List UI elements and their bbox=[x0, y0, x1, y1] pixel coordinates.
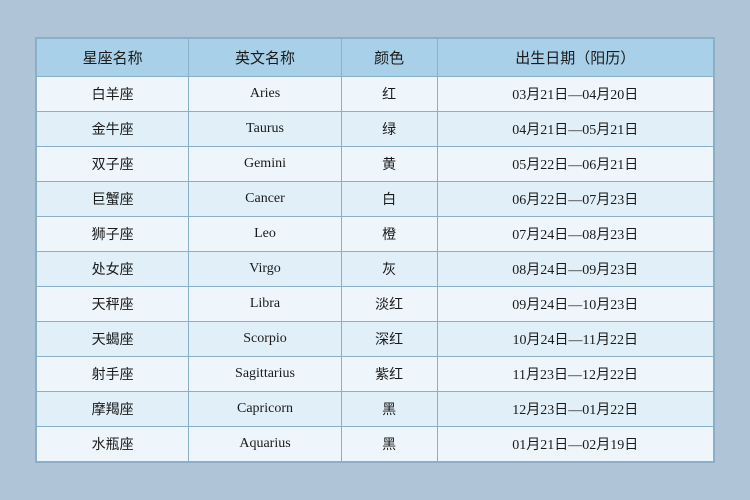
header-birthdate: 出生日期（阳历） bbox=[437, 39, 713, 77]
table-header-row: 星座名称 英文名称 颜色 出生日期（阳历） bbox=[37, 39, 714, 77]
table-row: 天秤座Libra淡红09月24日—10月23日 bbox=[37, 287, 714, 322]
cell-dates: 05月22日—06月21日 bbox=[437, 147, 713, 182]
header-chinese-name: 星座名称 bbox=[37, 39, 189, 77]
cell-color: 白 bbox=[341, 182, 437, 217]
table-body: 白羊座Aries红03月21日—04月20日金牛座Taurus绿04月21日—0… bbox=[37, 77, 714, 462]
header-color: 颜色 bbox=[341, 39, 437, 77]
cell-english-name: Leo bbox=[189, 217, 341, 252]
table-row: 白羊座Aries红03月21日—04月20日 bbox=[37, 77, 714, 112]
cell-color: 黄 bbox=[341, 147, 437, 182]
cell-dates: 06月22日—07月23日 bbox=[437, 182, 713, 217]
table-row: 天蝎座Scorpio深红10月24日—11月22日 bbox=[37, 322, 714, 357]
table-row: 狮子座Leo橙07月24日—08月23日 bbox=[37, 217, 714, 252]
cell-english-name: Libra bbox=[189, 287, 341, 322]
cell-dates: 04月21日—05月21日 bbox=[437, 112, 713, 147]
cell-english-name: Virgo bbox=[189, 252, 341, 287]
table-row: 摩羯座Capricorn黑12月23日—01月22日 bbox=[37, 392, 714, 427]
cell-chinese-name: 巨蟹座 bbox=[37, 182, 189, 217]
cell-color: 橙 bbox=[341, 217, 437, 252]
cell-color: 红 bbox=[341, 77, 437, 112]
cell-color: 淡红 bbox=[341, 287, 437, 322]
cell-english-name: Capricorn bbox=[189, 392, 341, 427]
cell-color: 黑 bbox=[341, 392, 437, 427]
cell-chinese-name: 天秤座 bbox=[37, 287, 189, 322]
cell-chinese-name: 处女座 bbox=[37, 252, 189, 287]
cell-color: 紫红 bbox=[341, 357, 437, 392]
table-row: 金牛座Taurus绿04月21日—05月21日 bbox=[37, 112, 714, 147]
cell-dates: 07月24日—08月23日 bbox=[437, 217, 713, 252]
zodiac-table: 星座名称 英文名称 颜色 出生日期（阳历） 白羊座Aries红03月21日—04… bbox=[36, 38, 714, 462]
cell-dates: 01月21日—02月19日 bbox=[437, 427, 713, 462]
cell-color: 灰 bbox=[341, 252, 437, 287]
cell-dates: 12月23日—01月22日 bbox=[437, 392, 713, 427]
cell-chinese-name: 射手座 bbox=[37, 357, 189, 392]
cell-color: 绿 bbox=[341, 112, 437, 147]
cell-color: 深红 bbox=[341, 322, 437, 357]
cell-chinese-name: 摩羯座 bbox=[37, 392, 189, 427]
table-row: 射手座Sagittarius紫红11月23日—12月22日 bbox=[37, 357, 714, 392]
cell-chinese-name: 白羊座 bbox=[37, 77, 189, 112]
cell-chinese-name: 狮子座 bbox=[37, 217, 189, 252]
cell-chinese-name: 双子座 bbox=[37, 147, 189, 182]
cell-english-name: Taurus bbox=[189, 112, 341, 147]
table-row: 水瓶座Aquarius黑01月21日—02月19日 bbox=[37, 427, 714, 462]
zodiac-table-container: 星座名称 英文名称 颜色 出生日期（阳历） 白羊座Aries红03月21日—04… bbox=[35, 37, 715, 463]
cell-english-name: Cancer bbox=[189, 182, 341, 217]
cell-chinese-name: 天蝎座 bbox=[37, 322, 189, 357]
cell-english-name: Gemini bbox=[189, 147, 341, 182]
cell-english-name: Aquarius bbox=[189, 427, 341, 462]
header-english-name: 英文名称 bbox=[189, 39, 341, 77]
cell-english-name: Scorpio bbox=[189, 322, 341, 357]
cell-dates: 09月24日—10月23日 bbox=[437, 287, 713, 322]
cell-chinese-name: 水瓶座 bbox=[37, 427, 189, 462]
cell-english-name: Sagittarius bbox=[189, 357, 341, 392]
cell-dates: 10月24日—11月22日 bbox=[437, 322, 713, 357]
cell-dates: 03月21日—04月20日 bbox=[437, 77, 713, 112]
cell-dates: 08月24日—09月23日 bbox=[437, 252, 713, 287]
table-row: 双子座Gemini黄05月22日—06月21日 bbox=[37, 147, 714, 182]
cell-color: 黑 bbox=[341, 427, 437, 462]
cell-chinese-name: 金牛座 bbox=[37, 112, 189, 147]
table-row: 处女座Virgo灰08月24日—09月23日 bbox=[37, 252, 714, 287]
table-row: 巨蟹座Cancer白06月22日—07月23日 bbox=[37, 182, 714, 217]
cell-english-name: Aries bbox=[189, 77, 341, 112]
cell-dates: 11月23日—12月22日 bbox=[437, 357, 713, 392]
